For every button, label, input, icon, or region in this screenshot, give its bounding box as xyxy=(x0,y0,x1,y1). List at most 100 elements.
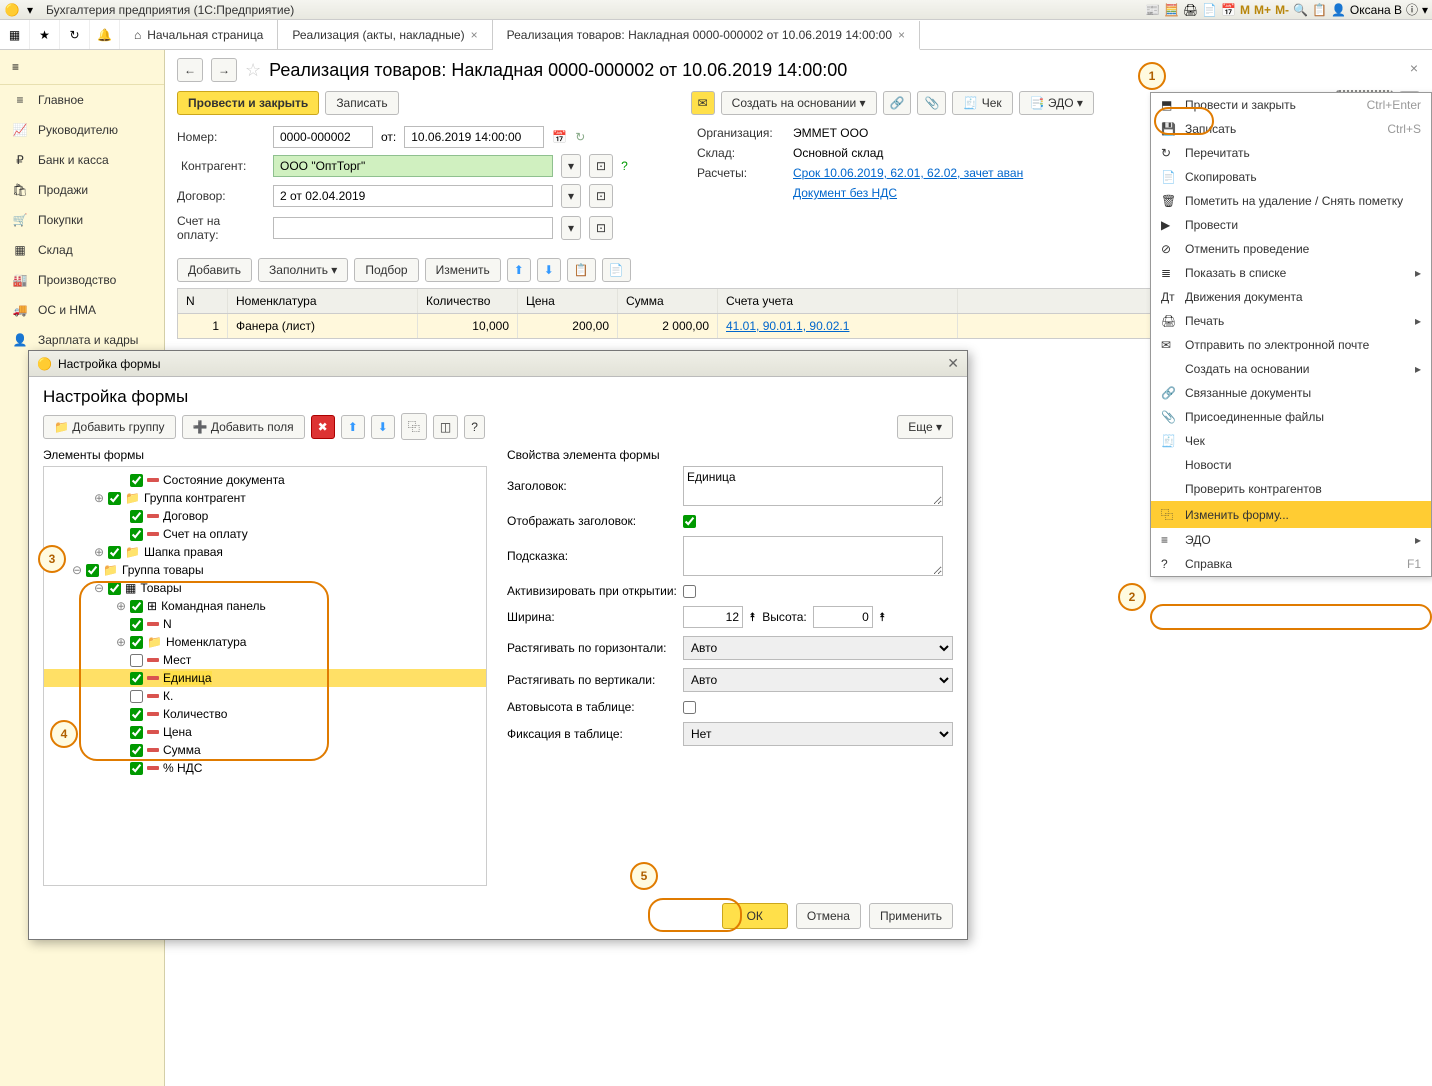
menu-item[interactable]: Создать на основании▸ xyxy=(1151,357,1431,381)
more-button[interactable]: Еще ▾ xyxy=(897,415,953,439)
grid-header[interactable]: Номенклатура xyxy=(228,289,418,313)
tree-check[interactable] xyxy=(108,492,121,505)
create-based-button[interactable]: Создать на основании ▾ xyxy=(721,91,877,115)
menu-item[interactable]: 🖨Печать▸ xyxy=(1151,309,1431,333)
bell-icon[interactable]: 🔔 xyxy=(90,20,120,49)
date-field[interactable] xyxy=(404,126,544,148)
prop-stretch-v-select[interactable]: Авто xyxy=(683,668,953,692)
dropdown-icon[interactable]: ▾ xyxy=(561,154,581,178)
menu-item[interactable]: 📎Присоединенные файлы xyxy=(1151,405,1431,429)
add-button[interactable]: Добавить xyxy=(177,258,252,282)
menu-item[interactable]: ДтДвижения документа xyxy=(1151,285,1431,309)
expand-icon[interactable]: ⊕ xyxy=(94,491,104,505)
open-icon[interactable]: ⊡ xyxy=(589,184,613,208)
tree-check[interactable] xyxy=(86,564,99,577)
prop-height-field[interactable] xyxy=(813,606,873,628)
prop-width-field[interactable] xyxy=(683,606,743,628)
copy-icon[interactable]: 📋 xyxy=(567,258,596,282)
paste-icon[interactable]: 📄 xyxy=(602,258,631,282)
tree-check[interactable] xyxy=(130,474,143,487)
dropdown-icon[interactable]: ▾ xyxy=(1422,3,1428,17)
post-close-button[interactable]: Провести и закрыть xyxy=(177,91,319,115)
prop-fix-select[interactable]: Нет xyxy=(683,722,953,746)
expand-icon[interactable]: ⊖ xyxy=(72,563,82,577)
grid-cell[interactable]: 200,00 xyxy=(518,314,618,338)
tab-sales[interactable]: Реализация (акты, накладные) × xyxy=(278,20,492,49)
tree-check[interactable] xyxy=(130,510,143,523)
prop-auto-h-check[interactable] xyxy=(683,701,696,714)
sidebar-item[interactable]: 🛒Покупки xyxy=(0,205,164,235)
down-icon[interactable]: ⬇ xyxy=(371,415,395,439)
close-icon[interactable]: ✕ xyxy=(947,355,959,372)
tool-icon[interactable]: 📰 xyxy=(1145,3,1160,17)
open-icon[interactable]: ⊡ xyxy=(589,154,613,178)
menu-item[interactable]: 🧾Чек xyxy=(1151,429,1431,453)
grid-header[interactable]: Цена xyxy=(518,289,618,313)
menu-item[interactable]: ?СправкаF1 xyxy=(1151,552,1431,576)
vat-link[interactable]: Документ без НДС xyxy=(793,186,897,200)
sidebar-item[interactable]: 🛍Продажи xyxy=(0,175,164,205)
refresh-icon[interactable]: ↻ xyxy=(575,130,585,144)
grid-header[interactable]: Счета учета xyxy=(718,289,958,313)
tree-node[interactable]: ⊖ 📁Группа товары xyxy=(44,561,486,579)
tree-node[interactable]: Счет на оплату xyxy=(44,525,486,543)
tree-node[interactable]: Договор xyxy=(44,507,486,525)
dropdown-icon[interactable]: ▾ xyxy=(561,184,581,208)
print-icon[interactable]: 🖨 xyxy=(1183,3,1198,17)
spinner-icon[interactable]: ⯭ xyxy=(749,610,756,625)
calendar-icon[interactable]: 📅 xyxy=(1221,3,1236,17)
star-icon[interactable]: ☆ xyxy=(245,60,261,81)
delete-icon[interactable]: ✖ xyxy=(311,415,335,439)
add-group-button[interactable]: 📁 Добавить группу xyxy=(43,415,176,439)
expand-icon[interactable]: ⊕ xyxy=(94,545,104,559)
add-fields-button[interactable]: ➕ Добавить поля xyxy=(182,415,305,439)
history-icon[interactable]: ↻ xyxy=(60,20,90,49)
sidebar-item[interactable]: ₽Банк и касса xyxy=(0,145,164,175)
sidebar-item[interactable]: 🚚ОС и НМА xyxy=(0,295,164,325)
menu-item[interactable]: Проверить контрагентов xyxy=(1151,477,1431,501)
help-icon[interactable]: ? xyxy=(621,159,628,173)
invoice-field[interactable] xyxy=(273,217,553,239)
tab-home[interactable]: ⌂ Начальная страница xyxy=(120,20,278,49)
save-button[interactable]: Записать xyxy=(325,91,398,115)
m-minus-button[interactable]: M- xyxy=(1275,3,1289,17)
grid-cell[interactable]: 2 000,00 xyxy=(618,314,718,338)
grid-cell[interactable]: 1 xyxy=(178,314,228,338)
forward-button[interactable]: → xyxy=(211,58,237,82)
tree-node[interactable]: Состояние документа xyxy=(44,471,486,489)
sidebar-item[interactable]: ▦Склад xyxy=(0,235,164,265)
menu-item[interactable]: ✉Отправить по электронной почте xyxy=(1151,333,1431,357)
tree-check[interactable] xyxy=(130,528,143,541)
tool-icon[interactable]: 🔍 xyxy=(1293,3,1308,17)
dropdown-icon[interactable]: ▾ xyxy=(22,2,38,18)
tool-icon[interactable]: ⿻ xyxy=(401,413,427,440)
tree-node[interactable]: ⊕ 📁Шапка правая xyxy=(44,543,486,561)
apply-button[interactable]: Применить xyxy=(869,903,953,929)
up-icon[interactable]: ⬆ xyxy=(507,258,531,282)
sidebar-item[interactable]: 📈Руководителю xyxy=(0,115,164,145)
user-name[interactable]: Оксана В xyxy=(1350,3,1402,17)
m-button[interactable]: M xyxy=(1240,3,1250,17)
up-icon[interactable]: ⬆ xyxy=(341,415,365,439)
open-icon[interactable]: ⊡ xyxy=(589,216,613,240)
tree-node[interactable]: ⊕ 📁Группа контрагент xyxy=(44,489,486,507)
info-icon[interactable]: ⓘ xyxy=(1406,1,1418,18)
menu-item[interactable]: 🔗Связанные документы xyxy=(1151,381,1431,405)
cancel-button[interactable]: Отмена xyxy=(796,903,861,929)
tool-icon[interactable]: ◫ xyxy=(433,415,458,439)
prop-show-header-check[interactable] xyxy=(683,515,696,528)
edo-button[interactable]: 📑 ЭДО ▾ xyxy=(1019,91,1094,115)
calc-link[interactable]: Срок 10.06.2019, 62.01, 62.02, зачет ава… xyxy=(793,166,1023,180)
contract-field[interactable] xyxy=(273,185,553,207)
close-icon[interactable]: × xyxy=(898,28,905,42)
prop-stretch-h-select[interactable]: Авто xyxy=(683,636,953,660)
prop-header-field[interactable]: Единица xyxy=(683,466,943,506)
tree-node[interactable]: % НДС xyxy=(44,759,486,777)
link-icon[interactable]: 🔗 xyxy=(883,91,912,115)
down-icon[interactable]: ⬇ xyxy=(537,258,561,282)
fill-button[interactable]: Заполнить ▾ xyxy=(258,258,348,282)
spinner-icon[interactable]: ⯭ xyxy=(879,610,886,625)
tree-check[interactable] xyxy=(130,762,143,775)
prop-hint-field[interactable] xyxy=(683,536,943,576)
counterparty-field[interactable] xyxy=(273,155,553,177)
